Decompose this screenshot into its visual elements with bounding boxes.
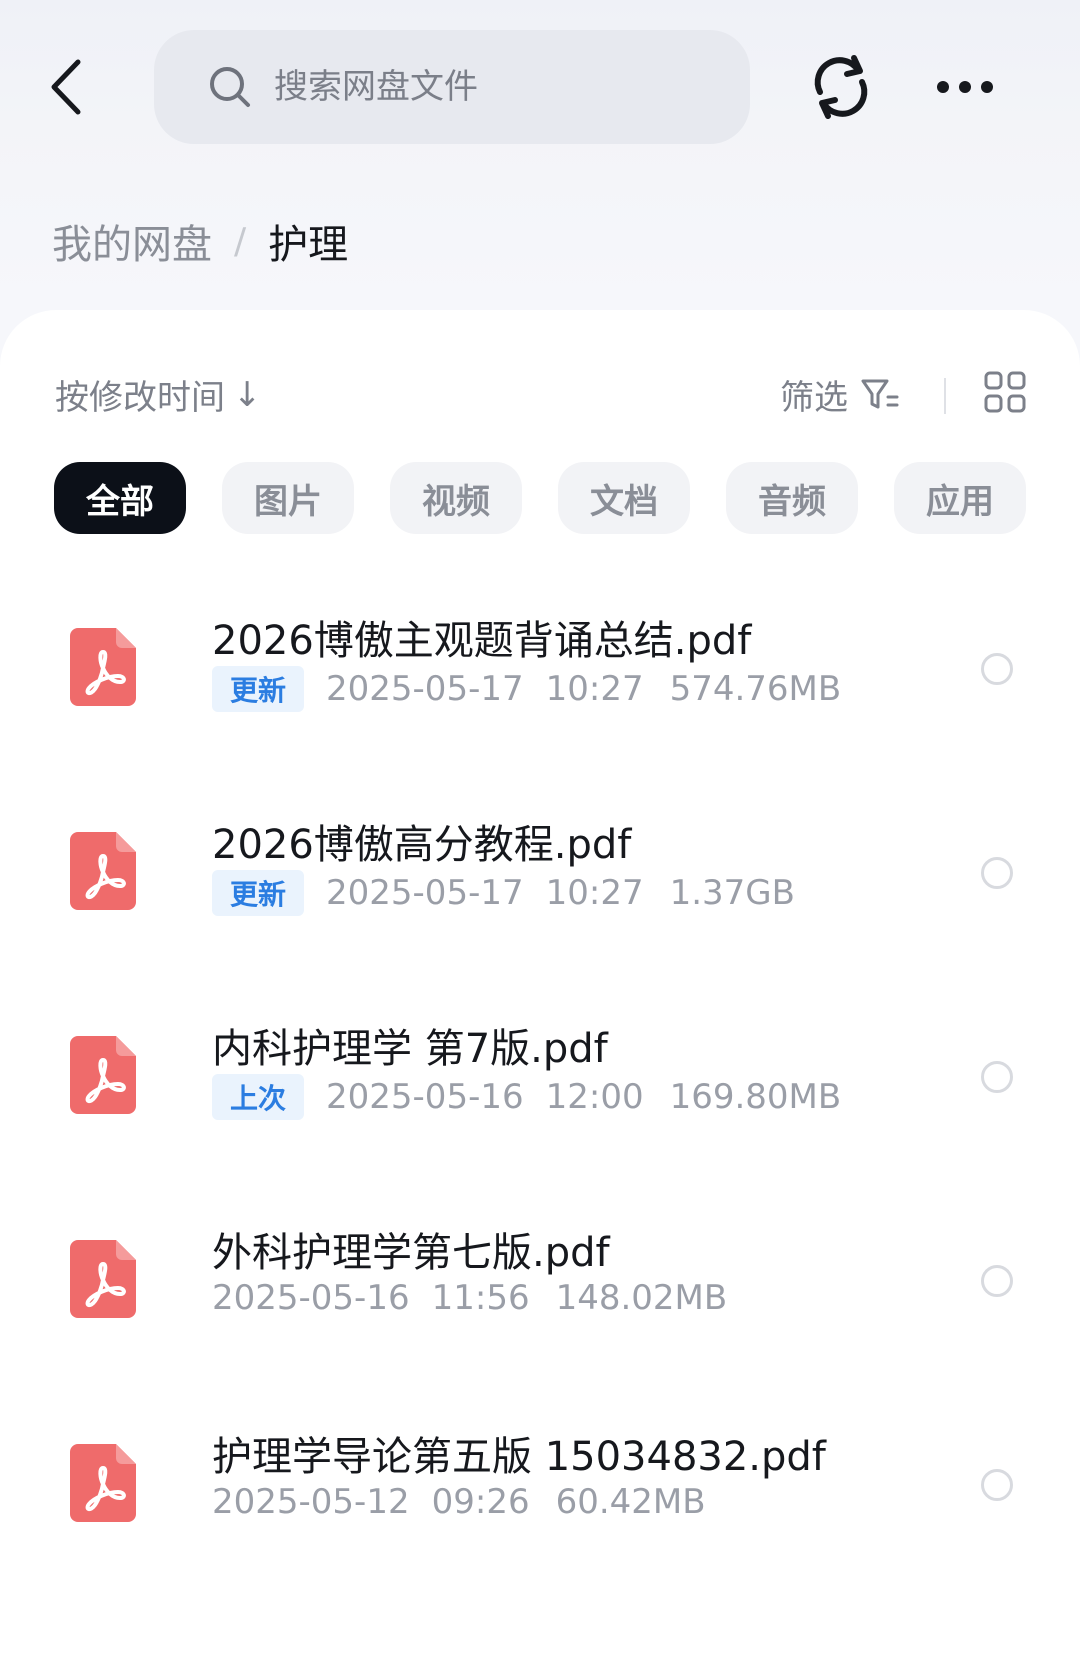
refresh-icon <box>814 55 868 119</box>
tab-videos[interactable]: 视频 <box>390 462 522 534</box>
pdf-file-icon <box>70 628 136 706</box>
tab-documents[interactable]: 文档 <box>558 462 690 534</box>
filter-label: 筛选 <box>780 378 848 418</box>
toolbar-divider <box>944 378 946 414</box>
status-badge: 更新 <box>212 870 305 916</box>
file-panel: 按修改时间 ↓ 筛选 全部 图片 视频 文档 音频 应用 2026博傲主观题背诵… <box>0 310 1080 1658</box>
file-meta: 上次 2025-05-16 12:00 169.80MB <box>212 1074 841 1120</box>
file-size: 60.42MB <box>555 1482 706 1522</box>
file-meta: 更新 2025-05-17 10:27 574.76MB <box>212 666 841 712</box>
file-time: 11:56 <box>431 1278 530 1318</box>
chevron-left-icon <box>51 59 81 115</box>
grid-view-icon <box>984 371 1026 413</box>
file-name: 外科护理学第七版.pdf <box>212 1230 610 1276</box>
status-badge: 上次 <box>212 1074 305 1120</box>
top-bar <box>0 0 1080 170</box>
select-radio[interactable] <box>981 857 1013 889</box>
file-meta: 更新 2025-05-17 10:27 1.37GB <box>212 870 795 916</box>
file-size: 1.37GB <box>669 873 795 913</box>
pdf-file-icon <box>70 1240 136 1318</box>
select-radio[interactable] <box>981 653 1013 685</box>
file-row[interactable]: 内科护理学 第7版.pdf 上次 2025-05-16 12:00 169.80… <box>0 976 1080 1180</box>
sort-label: 按修改时间 <box>55 378 225 418</box>
file-date: 2025-05-17 <box>326 669 524 709</box>
file-name: 2026博傲高分教程.pdf <box>212 822 632 868</box>
file-date: 2025-05-16 <box>212 1278 410 1318</box>
sort-arrow-icon: ↓ <box>233 374 262 415</box>
pdf-file-icon <box>70 1444 136 1522</box>
file-size: 148.02MB <box>555 1278 728 1318</box>
select-radio[interactable] <box>981 1265 1013 1297</box>
select-radio[interactable] <box>981 1469 1013 1501</box>
file-row[interactable]: 护理学导论第五版 15034832.pdf 2025-05-12 09:26 6… <box>0 1384 1080 1588</box>
file-name: 护理学导论第五版 15034832.pdf <box>212 1434 826 1480</box>
file-list: 2026博傲主观题背诵总结.pdf 更新 2025-05-17 10:27 57… <box>0 568 1080 1588</box>
file-size: 574.76MB <box>669 669 842 709</box>
file-time: 12:00 <box>545 1077 644 1117</box>
tab-images[interactable]: 图片 <box>222 462 354 534</box>
sort-filter-row: 按修改时间 ↓ 筛选 <box>55 370 1035 430</box>
file-name: 内科护理学 第7版.pdf <box>212 1026 608 1072</box>
back-button[interactable] <box>44 55 88 119</box>
search-icon <box>208 65 252 109</box>
category-tabs: 全部 图片 视频 文档 音频 应用 <box>54 462 1080 534</box>
more-button[interactable] <box>930 62 1000 112</box>
file-row[interactable]: 2026博傲高分教程.pdf 更新 2025-05-17 10:27 1.37G… <box>0 772 1080 976</box>
search-bar[interactable] <box>154 30 750 144</box>
tab-apps[interactable]: 应用 <box>894 462 1026 534</box>
file-date: 2025-05-17 <box>326 873 524 913</box>
file-date: 2025-05-12 <box>212 1482 410 1522</box>
search-input[interactable] <box>274 67 694 107</box>
file-meta: 2025-05-12 09:26 60.42MB <box>212 1482 706 1522</box>
filter-icon <box>860 377 900 413</box>
file-size: 169.80MB <box>669 1077 842 1117</box>
breadcrumb-root[interactable]: 我的网盘 <box>52 212 212 270</box>
file-row[interactable]: 2026博傲主观题背诵总结.pdf 更新 2025-05-17 10:27 57… <box>0 568 1080 772</box>
file-row[interactable]: 外科护理学第七版.pdf 2025-05-16 11:56 148.02MB <box>0 1180 1080 1384</box>
tab-audio[interactable]: 音频 <box>726 462 858 534</box>
file-meta: 2025-05-16 11:56 148.02MB <box>212 1278 727 1318</box>
breadcrumb-separator: / <box>234 220 247 262</box>
filter-button[interactable]: 筛选 <box>780 370 900 419</box>
file-time: 09:26 <box>431 1482 530 1522</box>
select-radio[interactable] <box>981 1061 1013 1093</box>
status-badge: 更新 <box>212 666 305 712</box>
file-date: 2025-05-16 <box>326 1077 524 1117</box>
breadcrumb-current: 护理 <box>268 222 349 268</box>
more-horizontal-icon <box>937 81 993 93</box>
pdf-file-icon <box>70 1036 136 1114</box>
breadcrumb: 我的网盘 / 护理 <box>52 212 348 270</box>
grid-view-button[interactable] <box>983 370 1027 414</box>
tab-all[interactable]: 全部 <box>54 462 186 534</box>
refresh-button[interactable] <box>806 52 876 122</box>
file-time: 10:27 <box>545 873 644 913</box>
sort-button[interactable]: 按修改时间 ↓ <box>55 370 262 419</box>
file-name: 2026博傲主观题背诵总结.pdf <box>212 618 752 664</box>
file-time: 10:27 <box>545 669 644 709</box>
pdf-file-icon <box>70 832 136 910</box>
